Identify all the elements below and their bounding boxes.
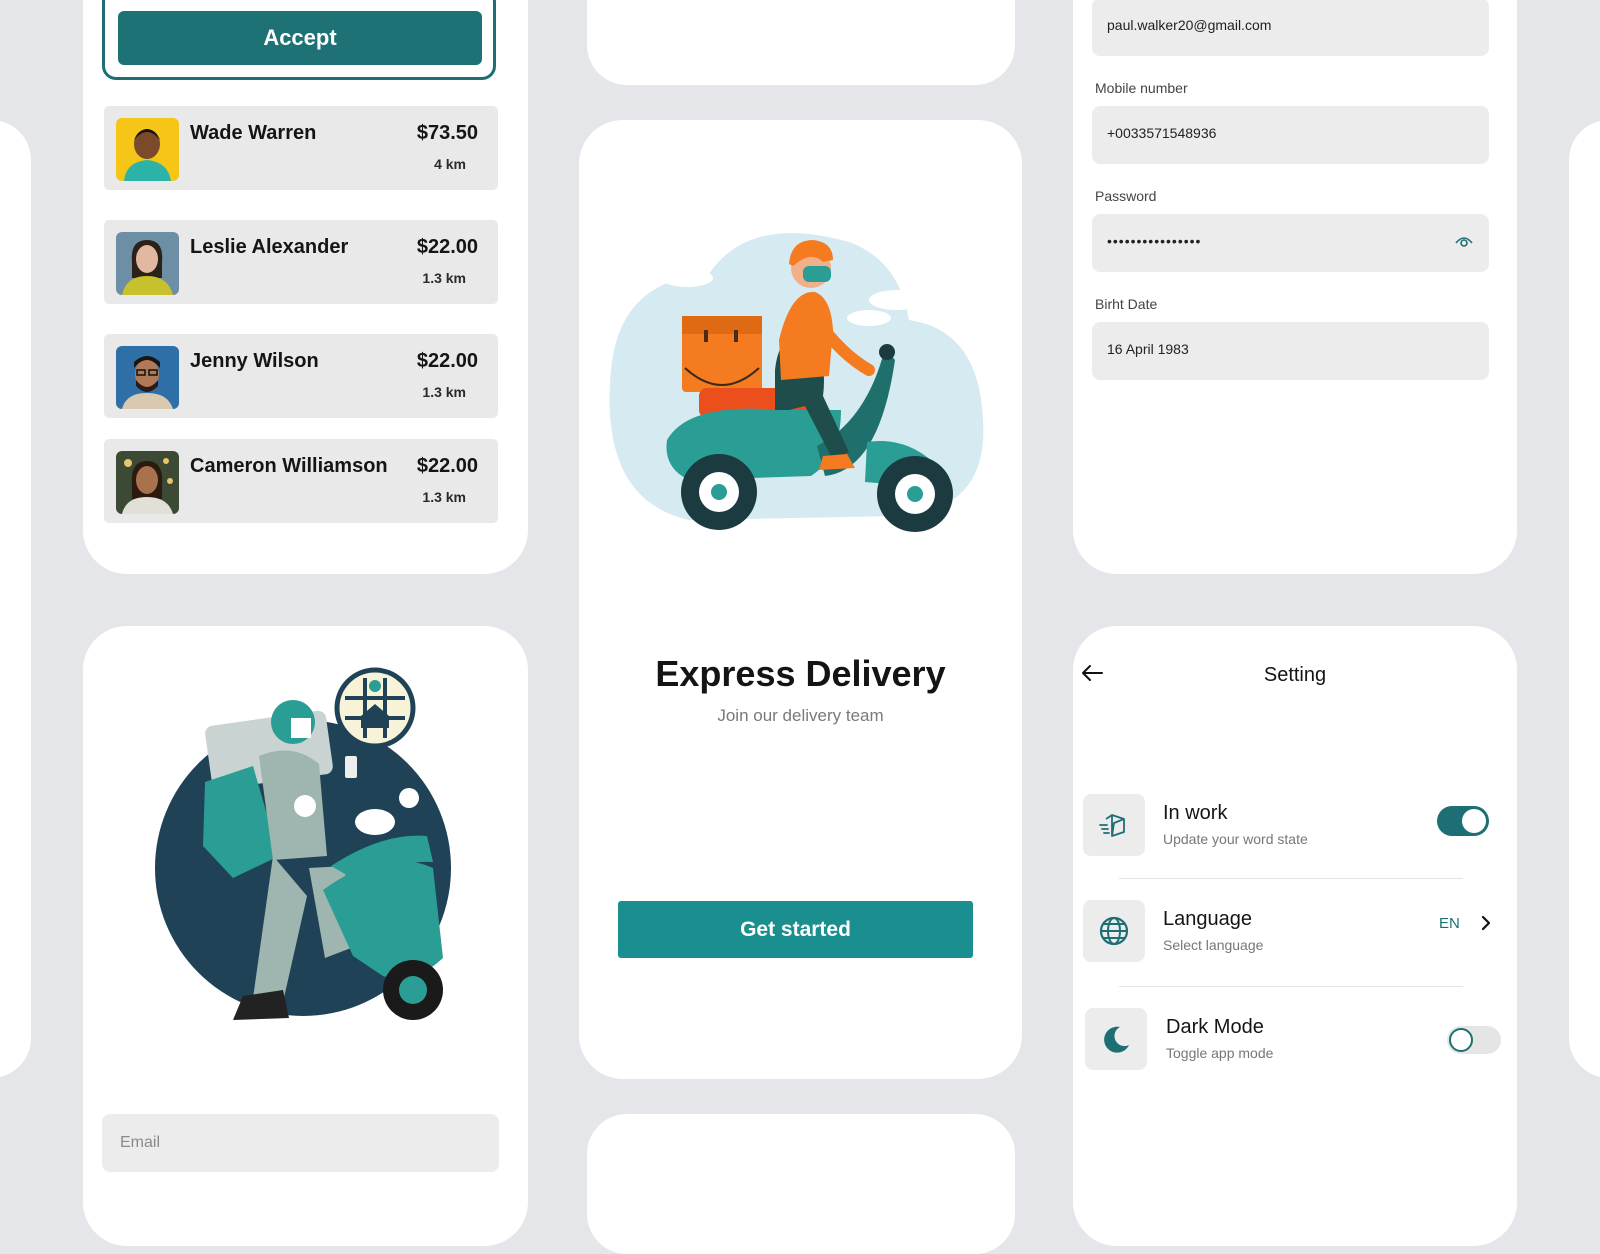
request-row[interactable]: Cameron Williamson $22.00 1.3 km (104, 439, 498, 523)
scooter-illustration (609, 233, 984, 532)
request-name: Cameron Williamson (190, 455, 388, 477)
moon-icon (1085, 1008, 1147, 1070)
mobile-field[interactable]: +0033571548936 (1092, 106, 1489, 164)
birth-date-field[interactable]: 16 April 1983 (1092, 322, 1489, 380)
box-icon (1083, 794, 1145, 856)
settings-card: Setting In work Update your word state L… (1073, 626, 1517, 1246)
hero-title: Express Delivery (655, 653, 946, 694)
onboarding-card: Express Delivery Join our delivery team … (579, 120, 1022, 1079)
request-distance: 4 km (434, 156, 466, 172)
request-row[interactable]: Jenny Wilson $22.00 1.3 km (104, 334, 498, 418)
setting-subtitle: Update your word state (1163, 831, 1308, 847)
request-name: Leslie Alexander (190, 236, 349, 258)
chevron-right-icon[interactable] (1481, 915, 1491, 936)
requests-card: Accept Wade Warren $73.50 4 km Leslie Al… (83, 0, 528, 574)
request-distance: 1.3 km (422, 270, 466, 286)
password-value: •••••••••••••••• (1107, 233, 1202, 249)
request-row[interactable]: Leslie Alexander $22.00 1.3 km (104, 220, 498, 304)
divider (1119, 986, 1463, 987)
toggle-knob (1449, 1028, 1473, 1052)
email-field[interactable]: paul.walker20@gmail.com (1092, 0, 1489, 56)
get-started-button[interactable]: Get started (618, 901, 973, 958)
request-price: $22.00 (416, 236, 478, 258)
eye-icon[interactable] (1455, 234, 1473, 253)
profile-card: paul.walker20@gmail.com Mobile number +0… (1073, 0, 1517, 574)
birth-date-value: 16 April 1983 (1107, 341, 1189, 357)
birth-date-label: Birht Date (1095, 296, 1158, 312)
right-edge-card (1569, 120, 1600, 1078)
globe-icon (1083, 900, 1145, 962)
request-name: Wade Warren (190, 122, 317, 144)
accept-frame: Accept (102, 0, 496, 80)
password-label: Password (1095, 188, 1157, 204)
left-edge-card (0, 120, 31, 1078)
setting-title: Language (1163, 908, 1252, 930)
setting-subtitle: Toggle app mode (1166, 1045, 1274, 1061)
avatar (116, 346, 179, 409)
request-distance: 1.3 km (422, 384, 466, 400)
email-value: paul.walker20@gmail.com (1107, 17, 1272, 33)
middle-top-card (587, 0, 1015, 85)
divider (1119, 878, 1463, 879)
avatar (116, 118, 179, 181)
language-value: EN (1439, 915, 1460, 932)
in-work-toggle[interactable] (1437, 806, 1489, 836)
password-field[interactable]: •••••••••••••••• (1092, 214, 1489, 272)
email-input[interactable] (102, 1114, 499, 1172)
rider-illustration (155, 667, 451, 1020)
accept-button[interactable]: Accept (118, 11, 482, 65)
avatar (116, 232, 179, 295)
mobile-value: +0033571548936 (1107, 125, 1217, 141)
login-card (83, 626, 528, 1246)
settings-title: Setting (1263, 664, 1327, 686)
mobile-label: Mobile number (1095, 80, 1188, 96)
toggle-knob (1462, 809, 1486, 833)
avatar (116, 451, 179, 514)
middle-bottom-card (587, 1114, 1015, 1254)
dark-mode-toggle[interactable] (1447, 1026, 1501, 1054)
request-price: $22.00 (416, 455, 478, 477)
setting-title: In work (1163, 802, 1228, 824)
hero-subtitle: Join our delivery team (717, 706, 884, 725)
request-price: $73.50 (416, 122, 478, 144)
request-price: $22.00 (416, 350, 478, 372)
request-distance: 1.3 km (422, 489, 466, 505)
setting-title: Dark Mode (1166, 1016, 1264, 1038)
request-row[interactable]: Wade Warren $73.50 4 km (104, 106, 498, 190)
request-name: Jenny Wilson (190, 350, 319, 372)
setting-subtitle: Select language (1163, 937, 1264, 953)
